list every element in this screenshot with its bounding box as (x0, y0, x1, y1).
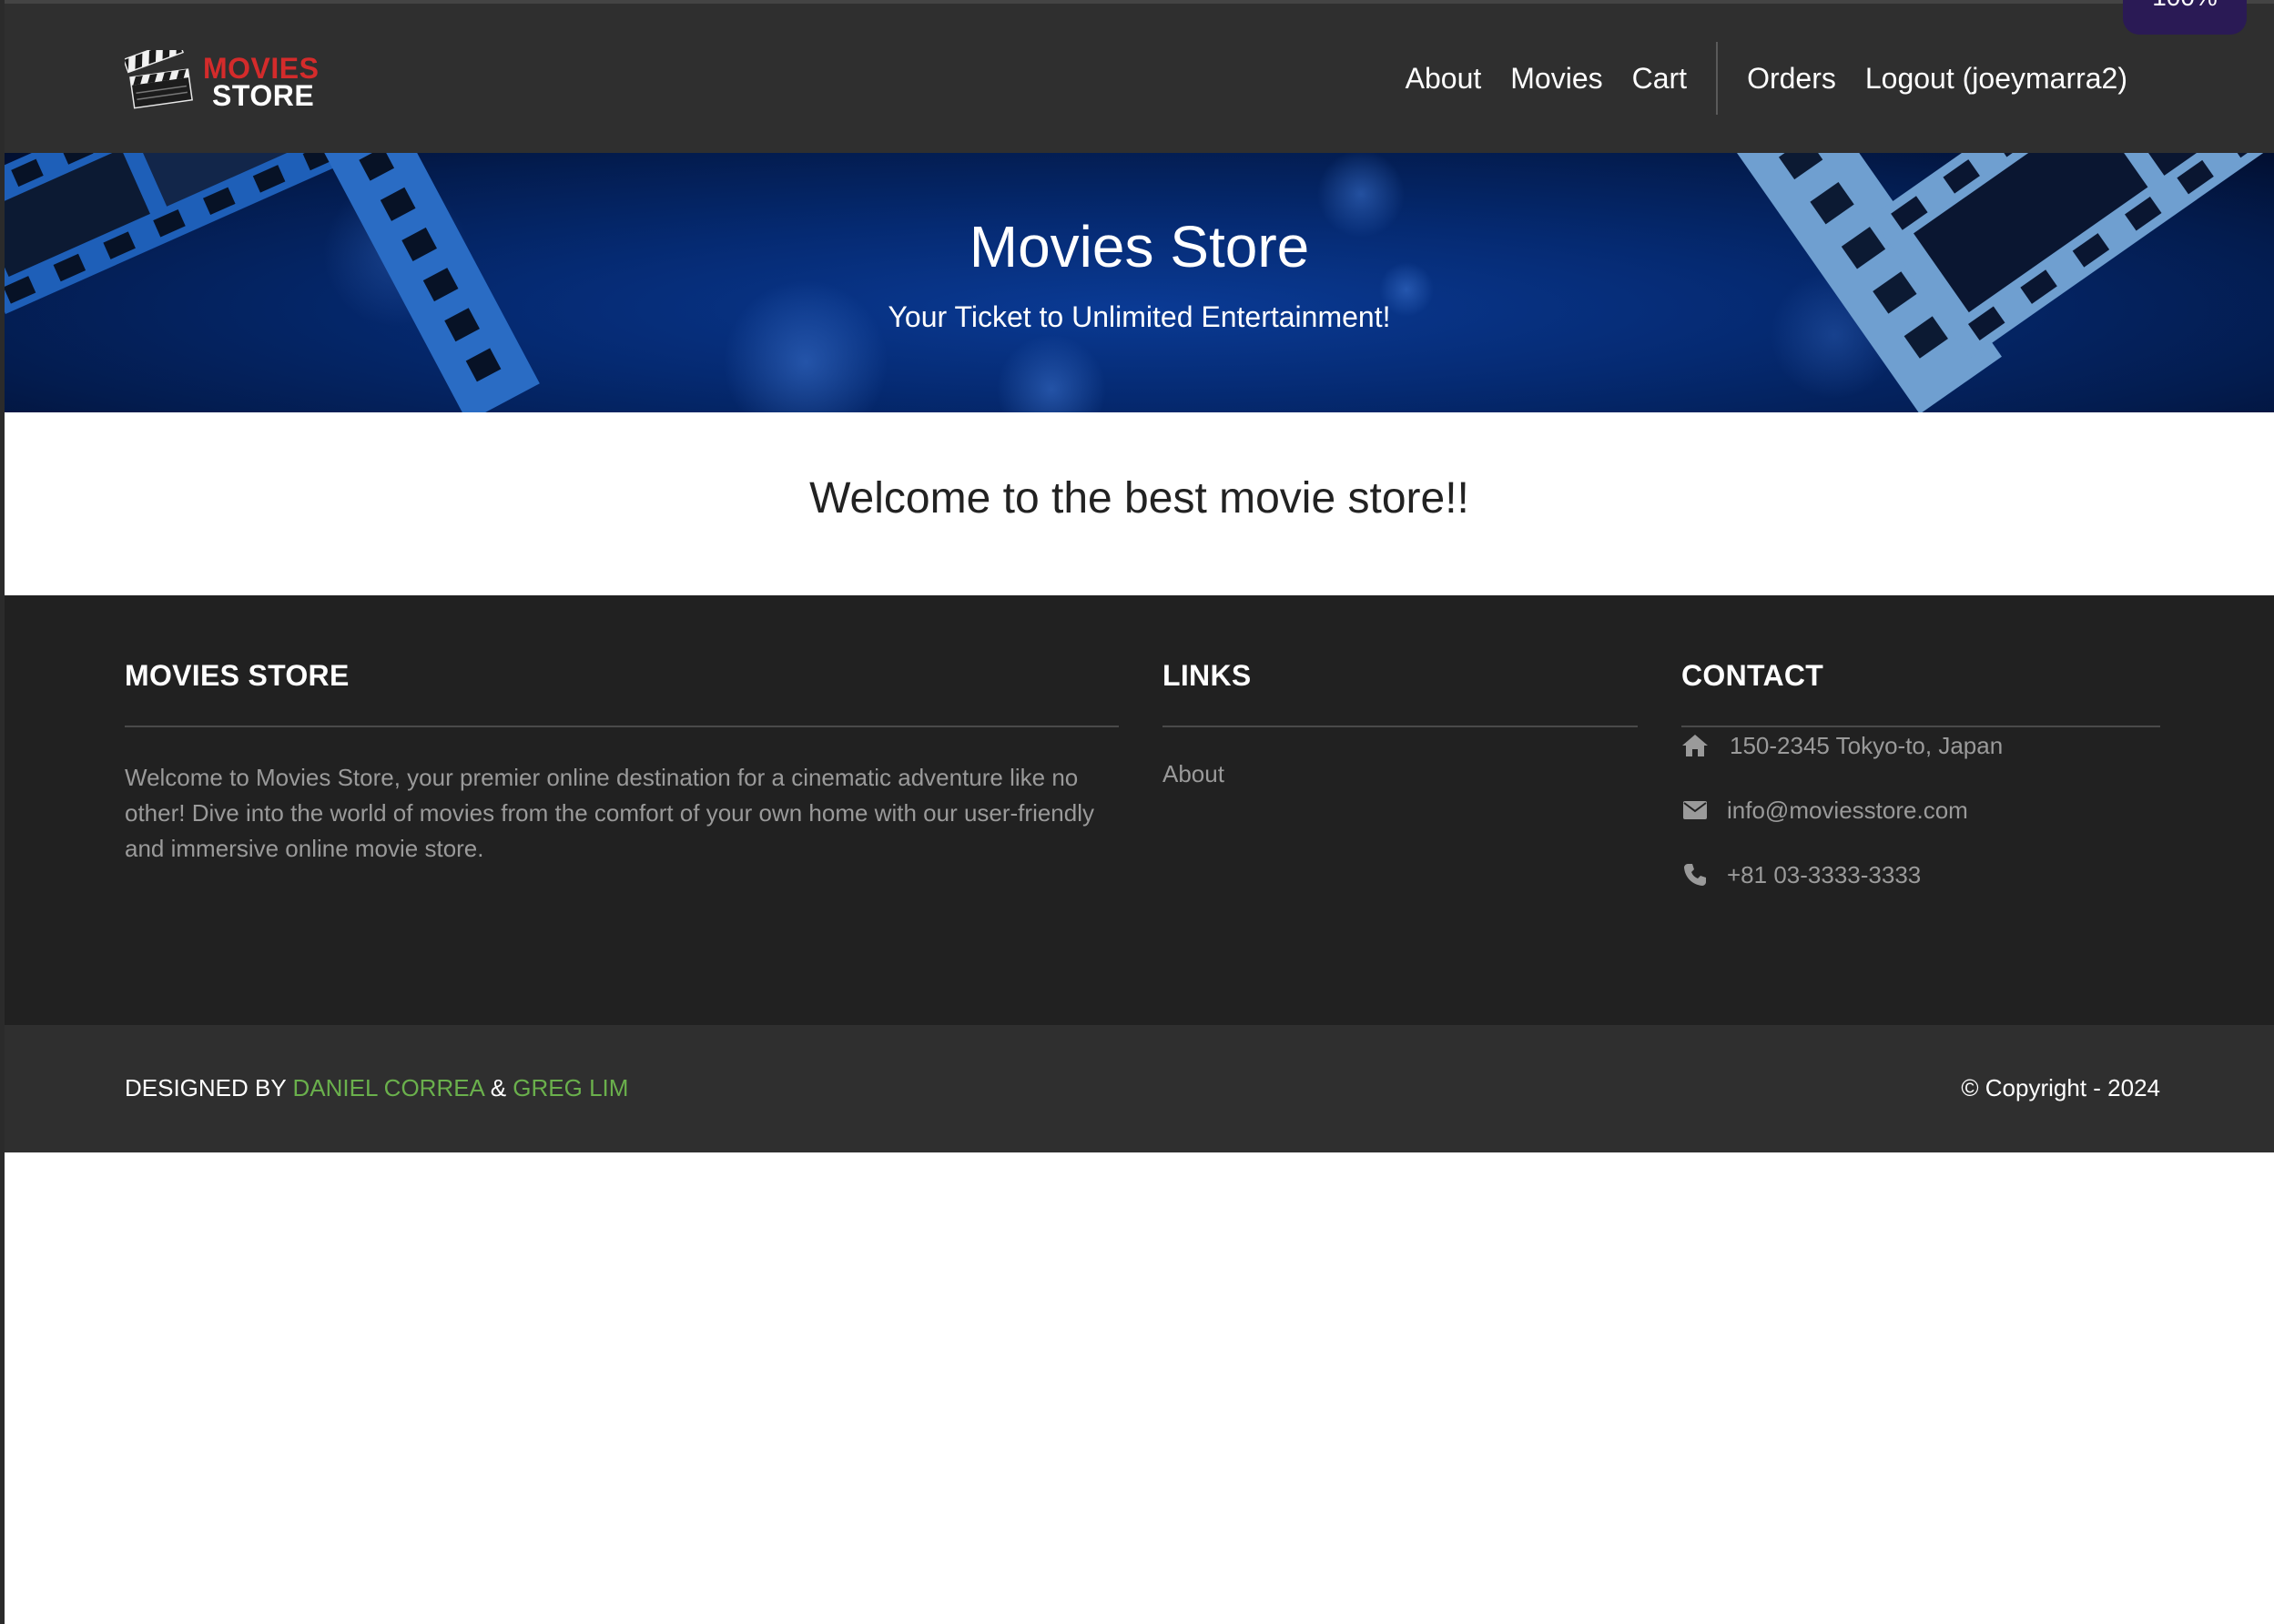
footer-link-about[interactable]: About (1162, 760, 1638, 788)
bottom-bar: DESIGNED BY DANIEL CORREA & GREG LIM © C… (5, 1025, 2274, 1152)
designed-by-label: DESIGNED BY (125, 1074, 287, 1101)
author-link-greg-lim[interactable]: GREG LIM (513, 1074, 628, 1101)
nav-cart[interactable]: Cart (1618, 62, 1701, 96)
zoom-badge[interactable]: 100% (2123, 0, 2247, 35)
footer-contact-heading: CONTACT (1681, 659, 1824, 692)
hero-banner: Movies Store Your Ticket to Unlimited En… (5, 153, 2274, 412)
hero-title: Movies Store (969, 214, 1310, 279)
ampersand: & (490, 1074, 507, 1101)
clapperboard-icon (122, 38, 194, 114)
contact-phone-text[interactable]: +81 03-3333-3333 (1727, 861, 1921, 889)
envelope-icon (1681, 797, 1709, 824)
contact-phone: +81 03-3333-3333 (1681, 857, 2160, 893)
nav-movies[interactable]: Movies (1496, 62, 1617, 96)
contact-email: info@moviesstore.com (1681, 792, 2160, 828)
contact-address-text: 150-2345 Tokyo-to, Japan (1730, 731, 2004, 759)
nav-logout[interactable]: Logout (joeymarra2) (1851, 62, 2142, 96)
logo-line-movies: MOVIES (203, 52, 320, 85)
contact-email-text[interactable]: info@moviesstore.com (1727, 797, 1968, 825)
main-nav: About Movies Cart Orders Logout (joeymar… (1391, 40, 2142, 117)
contact-address: 150-2345 Tokyo-to, Japan (1681, 727, 2160, 764)
footer-links-column: LINKS About (1162, 659, 1638, 788)
hero-subtitle: Your Ticket to Unlimited Entertainment! (888, 300, 1391, 333)
logo-line-store: STORE (212, 79, 315, 112)
author-link-daniel-correa[interactable]: DANIEL CORREA (292, 1074, 483, 1101)
footer-divider (125, 726, 1119, 727)
copyright: © Copyright - 2024 (1961, 1074, 2160, 1101)
footer-about-text: Welcome to Movies Store, your premier on… (125, 764, 1094, 862)
navbar: MOVIES STORE About Movies Cart Orders Lo… (5, 0, 2274, 153)
logo[interactable]: MOVIES STORE (122, 38, 320, 118)
nav-orders[interactable]: Orders (1732, 62, 1851, 96)
footer-about-heading: MOVIES STORE (125, 659, 350, 692)
nav-about[interactable]: About (1391, 62, 1497, 96)
phone-icon (1681, 861, 1709, 888)
footer-contact-column: CONTACT 150-2345 Tokyo-to, Japan info@mo… (1681, 659, 2160, 893)
film-strip-background (5, 153, 2274, 412)
logo-text: MOVIES STORE (203, 52, 320, 112)
designed-by: DESIGNED BY DANIEL CORREA & GREG LIM (125, 1074, 628, 1102)
nav-divider (1716, 42, 1719, 115)
home-icon (1681, 732, 1709, 759)
footer-divider (1162, 726, 1638, 727)
footer-about-column: MOVIES STORE Welcome to Movies Store, yo… (125, 659, 1119, 867)
welcome-heading: Welcome to the best movie store!! (809, 474, 1469, 523)
zoom-level: 100% (2152, 0, 2218, 11)
footer: MOVIES STORE Welcome to Movies Store, yo… (5, 595, 2274, 1025)
footer-links-heading: LINKS (1162, 659, 1252, 692)
page: 100% (0, 0, 2274, 1624)
